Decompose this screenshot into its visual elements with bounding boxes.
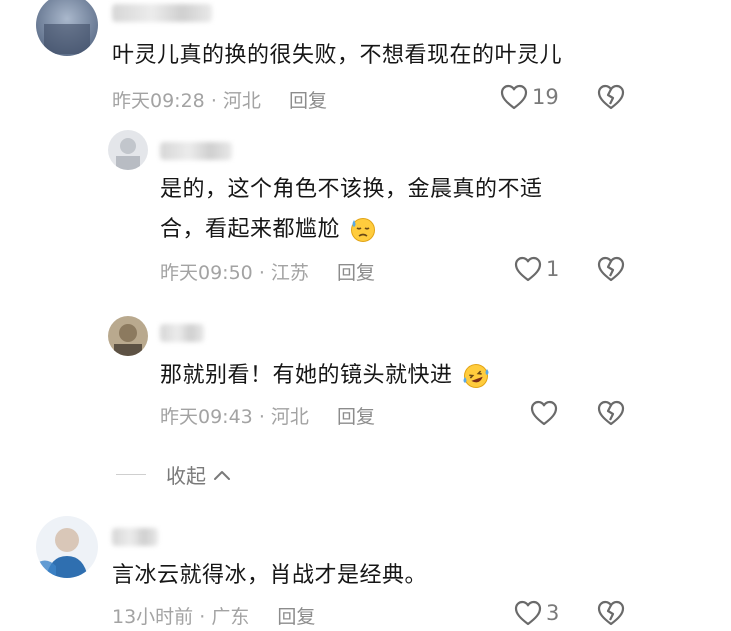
comment-meta: 昨天09:28 · 河北 回复 (112, 86, 327, 113)
meta-separator: · (258, 406, 265, 428)
like-button[interactable] (530, 400, 562, 426)
broken-heart-icon (597, 84, 625, 110)
username-blurred[interactable] (160, 142, 232, 160)
reply-button[interactable]: 回复 (277, 606, 315, 628)
reply-button[interactable]: 回复 (337, 262, 375, 284)
reply-meta: 昨天09:50 · 江苏 回复 (160, 258, 375, 285)
dislike-button[interactable] (597, 84, 625, 114)
avatar[interactable] (36, 516, 98, 578)
like-button[interactable]: 1 (514, 256, 559, 282)
reply-time: 昨天09:43 (160, 406, 253, 428)
reply-text: 那就别看！有她的镜头就快进 (160, 363, 453, 388)
heart-icon (530, 400, 558, 426)
reply-text-line: 那就别看！有她的镜头就快进 (160, 358, 490, 394)
reply-text-line-1: 是的，这个角色不该换，金晨真的不适 (160, 177, 543, 202)
username-blurred[interactable] (112, 528, 158, 546)
avatar[interactable] (108, 316, 148, 356)
like-count: 1 (546, 257, 560, 281)
comment-text: 言冰云就得冰，肖战才是经典。 (112, 563, 428, 588)
broken-heart-icon (597, 256, 625, 282)
reply-meta: 昨天09:43 · 河北 回复 (160, 402, 375, 429)
rofl-face-icon (463, 364, 489, 388)
reply-text-line-2: 合，看起来都尴尬 (160, 212, 376, 248)
meta-separator: · (210, 90, 217, 112)
meta-separator: · (258, 262, 265, 284)
heart-icon (500, 84, 528, 110)
reply-location: 河北 (270, 406, 309, 428)
meta-separator: · (199, 606, 206, 628)
reply-location: 江苏 (270, 262, 309, 284)
comment-meta: 13小时前 · 广东 回复 (112, 602, 315, 629)
reply-text: 合，看起来都尴尬 (160, 217, 341, 242)
username-blurred[interactable] (160, 324, 204, 342)
broken-heart-icon (597, 400, 625, 426)
collapse-label: 收起 (166, 464, 206, 488)
reply-button[interactable]: 回复 (337, 406, 375, 428)
comment-text: 叶灵儿真的换的很失败，不想看现在的叶灵儿 (112, 43, 563, 68)
like-button[interactable]: 3 (514, 600, 559, 626)
dislike-button[interactable] (597, 256, 625, 286)
comment-location: 广东 (211, 606, 250, 628)
dislike-button[interactable] (597, 600, 625, 630)
chevron-up-icon (214, 470, 230, 480)
reply-time: 昨天09:50 (160, 262, 253, 284)
dislike-button[interactable] (597, 400, 625, 430)
like-count: 19 (532, 85, 559, 109)
collapse-divider (116, 474, 146, 475)
heart-icon (514, 256, 542, 282)
sweat-face-icon (350, 218, 375, 242)
comment-location: 河北 (222, 90, 261, 112)
like-button[interactable]: 19 (500, 84, 559, 110)
broken-heart-icon (597, 600, 625, 626)
reply-button[interactable]: 回复 (289, 90, 327, 112)
like-count: 3 (546, 601, 560, 625)
heart-icon (514, 600, 542, 626)
avatar[interactable] (36, 0, 98, 56)
comment-time: 13小时前 (112, 606, 194, 628)
collapse-replies-button[interactable]: 收起 (116, 460, 232, 489)
comment-time: 昨天09:28 (112, 90, 205, 112)
username-blurred[interactable] (112, 4, 212, 22)
avatar[interactable] (108, 130, 148, 170)
